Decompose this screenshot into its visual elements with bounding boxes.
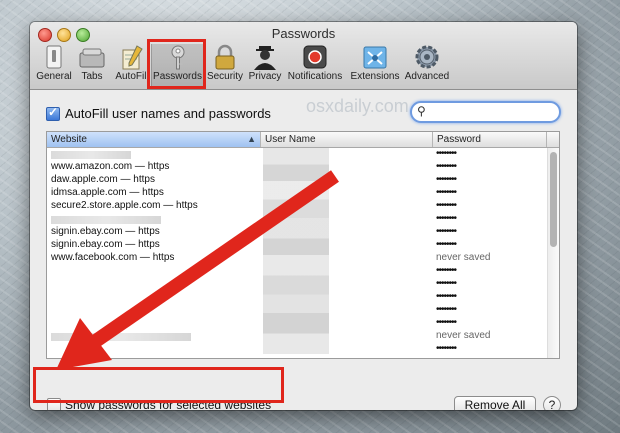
- annotation-arrow: [56, 170, 339, 370]
- arrow-shaft: [86, 170, 339, 351]
